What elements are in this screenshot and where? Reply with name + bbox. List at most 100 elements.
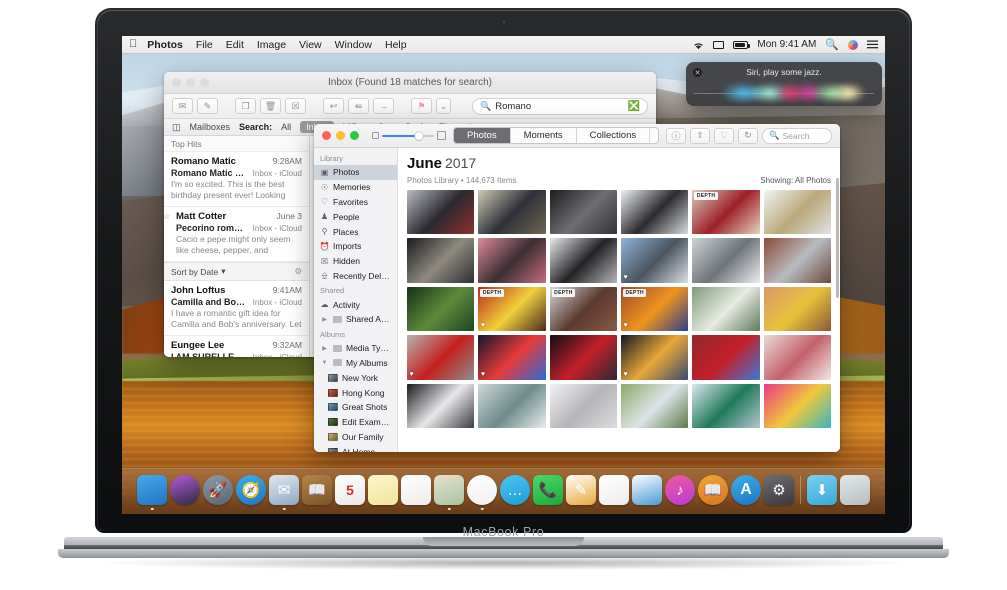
- sort-by-date-control[interactable]: Sort by Date ▾ ⚙: [164, 262, 309, 281]
- sidebar-album-new-york[interactable]: New York: [314, 370, 397, 385]
- sidebar-item-people[interactable]: ♟ People: [314, 209, 397, 224]
- dock-item-siri[interactable]: [170, 475, 200, 505]
- dock-item-calendar[interactable]: 5: [335, 475, 365, 505]
- photo-thumbnail[interactable]: [549, 383, 617, 429]
- photo-thumbnail[interactable]: [763, 238, 831, 283]
- tab-years[interactable]: Years: [650, 128, 658, 143]
- photo-thumbnail[interactable]: [407, 190, 475, 235]
- rotate-button[interactable]: ↻: [738, 127, 758, 144]
- mail-search-field[interactable]: 🔍 Romano ❎: [472, 97, 648, 115]
- dock-item-maps[interactable]: [434, 475, 464, 510]
- sidebar-item-places[interactable]: ⚲ Places: [314, 224, 397, 239]
- disclosure-triangle-icon[interactable]: ▶: [320, 345, 329, 352]
- menu-item-photos[interactable]: Photos: [147, 39, 183, 51]
- dock-item-trash[interactable]: [840, 475, 870, 505]
- flag-button[interactable]: ⚑: [411, 98, 432, 114]
- photo-thumbnail[interactable]: [407, 286, 475, 332]
- dock-item-pages[interactable]: ✎: [566, 475, 596, 505]
- dock-item-contacts[interactable]: 📖: [302, 475, 332, 505]
- menu-item-help[interactable]: Help: [385, 39, 407, 51]
- photo-thumbnail[interactable]: [478, 190, 546, 235]
- photo-thumbnail[interactable]: [692, 238, 760, 283]
- sidebar-item-my-albums[interactable]: ▼ My Albums: [314, 356, 397, 371]
- dock[interactable]: 🚀 🧭 ✉ 📖 5 … 📞 ✎ ♪ 📖 A ⚙ ⬇: [122, 468, 885, 514]
- airplay-icon[interactable]: [713, 40, 725, 49]
- forward-button[interactable]: →: [373, 98, 394, 114]
- mail-message-list[interactable]: Top Hits Romano Matic 9:28AM Romano Mati…: [164, 136, 310, 357]
- sidebar-album-great-shots[interactable]: Great Shots: [314, 400, 397, 415]
- menu-item-window[interactable]: Window: [335, 39, 372, 51]
- wifi-icon[interactable]: [693, 41, 704, 49]
- mailboxes-toggle[interactable]: ◫: [172, 122, 181, 133]
- menu-item-view[interactable]: View: [299, 39, 322, 51]
- photo-thumbnail[interactable]: [692, 383, 760, 429]
- menu-item-file[interactable]: File: [196, 39, 213, 51]
- notification-center-icon[interactable]: [867, 40, 878, 49]
- photos-close-button[interactable]: [322, 131, 331, 140]
- photo-grid[interactable]: DEPTH ♥ DEPTH ♥ DEPTH DEPTH ♥ ♥ ♥ ♥: [398, 190, 840, 429]
- tab-photos[interactable]: Photos: [454, 128, 511, 143]
- photo-thumbnail[interactable]: [478, 383, 546, 429]
- photo-thumbnail[interactable]: ♥: [621, 335, 689, 380]
- dock-item-itunes[interactable]: ♪: [665, 475, 695, 505]
- reply-button[interactable]: ↩: [323, 98, 344, 114]
- sidebar-item-media-types[interactable]: ▶ Media Types: [314, 341, 397, 356]
- photo-thumbnail[interactable]: DEPTH: [692, 190, 760, 235]
- photo-thumbnail[interactable]: [549, 190, 617, 235]
- delete-button[interactable]: 🗑: [260, 98, 281, 114]
- photo-thumbnail[interactable]: [763, 190, 831, 235]
- photos-scrollbar[interactable]: [835, 178, 839, 298]
- dock-item-keynote[interactable]: [632, 475, 662, 505]
- battery-icon[interactable]: [733, 40, 751, 49]
- favorite-button[interactable]: ♡: [714, 127, 734, 144]
- dock-item-notes[interactable]: [368, 475, 398, 505]
- apple-menu-icon[interactable]: : [129, 39, 137, 50]
- photos-window-controls[interactable]: [322, 131, 359, 140]
- tab-moments[interactable]: Moments: [511, 128, 577, 143]
- photo-thumbnail[interactable]: ♥: [407, 335, 475, 380]
- photo-thumbnail[interactable]: DEPTH: [549, 286, 617, 332]
- photo-thumbnail[interactable]: [763, 383, 831, 429]
- dock-item-downloads-folder[interactable]: ⬇: [807, 475, 837, 505]
- photo-thumbnail[interactable]: DEPTH ♥: [478, 286, 546, 332]
- get-mail-button[interactable]: ✉: [172, 98, 193, 114]
- clear-icon[interactable]: ❎: [628, 101, 640, 112]
- sidebar-item-favorites[interactable]: ♡ Favorites: [314, 195, 397, 210]
- dock-item-reminders[interactable]: [401, 475, 431, 505]
- list-item[interactable]: Eungee Lee 9:32AM I AM SURELLE Mood... I…: [164, 336, 309, 357]
- dock-item-ibooks[interactable]: 📖: [698, 475, 728, 505]
- flag-dropdown-button[interactable]: ⌄: [436, 98, 451, 114]
- junk-button[interactable]: ☒: [285, 98, 306, 114]
- reply-all-button[interactable]: ⇚: [348, 98, 369, 114]
- photo-thumbnail[interactable]: [407, 238, 475, 283]
- siri-panel[interactable]: ✕ Siri, play some jazz.: [686, 62, 882, 106]
- menu-bar-clock[interactable]: Mon 9:41 AM: [757, 39, 816, 50]
- photos-sidebar[interactable]: Library ▣ Photos ☉ Memories ♡ Favorites ♟ Pe…: [314, 148, 398, 452]
- sidebar-item-imports[interactable]: ⏰ Imports: [314, 239, 397, 254]
- photo-thumbnail[interactable]: [621, 190, 689, 235]
- photo-thumbnail[interactable]: [621, 383, 689, 429]
- menu-item-image[interactable]: Image: [257, 39, 286, 51]
- photos-window[interactable]: Photos Moments Collections Years ⓘ ⇧ ♡ ↻…: [314, 124, 840, 452]
- photos-content-area[interactable]: June 2017 Photos Library • 144,673 Items …: [398, 148, 840, 452]
- sidebar-item-memories[interactable]: ☉ Memories: [314, 180, 397, 195]
- info-button[interactable]: ⓘ: [666, 127, 686, 144]
- photo-thumbnail[interactable]: [407, 383, 475, 429]
- siri-icon[interactable]: [848, 39, 858, 50]
- dock-item-numbers[interactable]: [599, 475, 629, 505]
- photo-thumbnail[interactable]: [478, 238, 546, 283]
- sidebar-album-at-home[interactable]: At Home: [314, 444, 397, 452]
- photos-search-field[interactable]: 🔍 Search: [762, 127, 832, 144]
- zoom-slider-knob[interactable]: [415, 131, 423, 140]
- dock-item-system-preferences[interactable]: ⚙: [764, 475, 794, 505]
- sidebar-album-our-family[interactable]: Our Family: [314, 430, 397, 445]
- scope-all[interactable]: All: [281, 122, 291, 132]
- spotlight-search-icon[interactable]: 🔍: [825, 38, 839, 51]
- archive-button[interactable]: ❐: [235, 98, 256, 114]
- photo-thumbnail[interactable]: ♥: [621, 238, 689, 283]
- list-item[interactable]: John Loftus 9:41AM Camilla and Bob anni.…: [164, 281, 309, 336]
- showing-filter[interactable]: Showing: All Photos: [760, 176, 831, 185]
- mailboxes-label[interactable]: Mailboxes: [190, 122, 231, 132]
- dock-item-finder[interactable]: [137, 475, 167, 510]
- dock-item-app-store[interactable]: A: [731, 475, 761, 505]
